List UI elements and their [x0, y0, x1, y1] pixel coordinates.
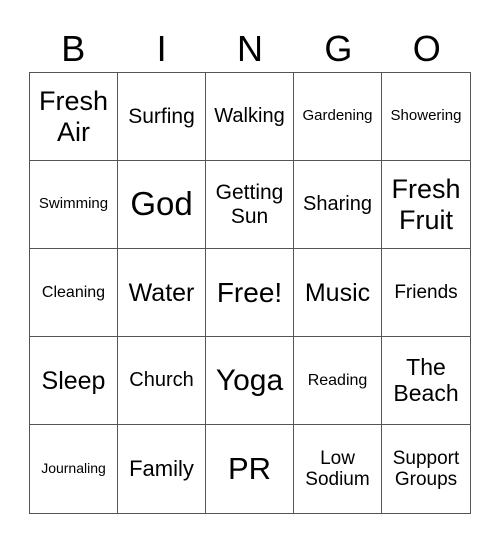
- bingo-cell[interactable]: Cleaning: [30, 249, 118, 337]
- bingo-cell[interactable]: Music: [294, 249, 382, 337]
- bingo-cell[interactable]: PR: [206, 425, 294, 513]
- header-letter-g: G: [324, 28, 353, 69]
- header-letter-o: O: [412, 28, 441, 69]
- bingo-cell[interactable]: Showering: [382, 73, 470, 161]
- bingo-card-grid: Fresh Air Surfing Walking Gardening Show…: [29, 72, 471, 514]
- bingo-cell[interactable]: Walking: [206, 73, 294, 161]
- bingo-cell[interactable]: God: [118, 161, 206, 249]
- bingo-cell[interactable]: The Beach: [382, 337, 470, 425]
- bingo-cell[interactable]: Low Sodium: [294, 425, 382, 513]
- bingo-cell[interactable]: Friends: [382, 249, 470, 337]
- bingo-cell[interactable]: Gardening: [294, 73, 382, 161]
- header-letter-b: B: [61, 28, 86, 69]
- bingo-cell[interactable]: Yoga: [206, 337, 294, 425]
- header-letter-n: N: [236, 28, 263, 69]
- bingo-cell[interactable]: Getting Sun: [206, 161, 294, 249]
- bingo-cell[interactable]: Sharing: [294, 161, 382, 249]
- header-letter-i: I: [156, 28, 167, 69]
- free-space-cell[interactable]: Free!: [206, 249, 294, 337]
- bingo-cell[interactable]: Surfing: [118, 73, 206, 161]
- bingo-cell[interactable]: Family: [118, 425, 206, 513]
- bingo-cell[interactable]: Swimming: [30, 161, 118, 249]
- bingo-cell[interactable]: Support Groups: [382, 425, 470, 513]
- bingo-header: B I N G O: [29, 26, 471, 72]
- bingo-cell[interactable]: Water: [118, 249, 206, 337]
- bingo-cell[interactable]: Fresh Air: [30, 73, 118, 161]
- bingo-cell[interactable]: Sleep: [30, 337, 118, 425]
- bingo-cell[interactable]: Journaling: [30, 425, 118, 513]
- bingo-cell[interactable]: Church: [118, 337, 206, 425]
- bingo-cell[interactable]: Reading: [294, 337, 382, 425]
- bingo-cell[interactable]: Fresh Fruit: [382, 161, 470, 249]
